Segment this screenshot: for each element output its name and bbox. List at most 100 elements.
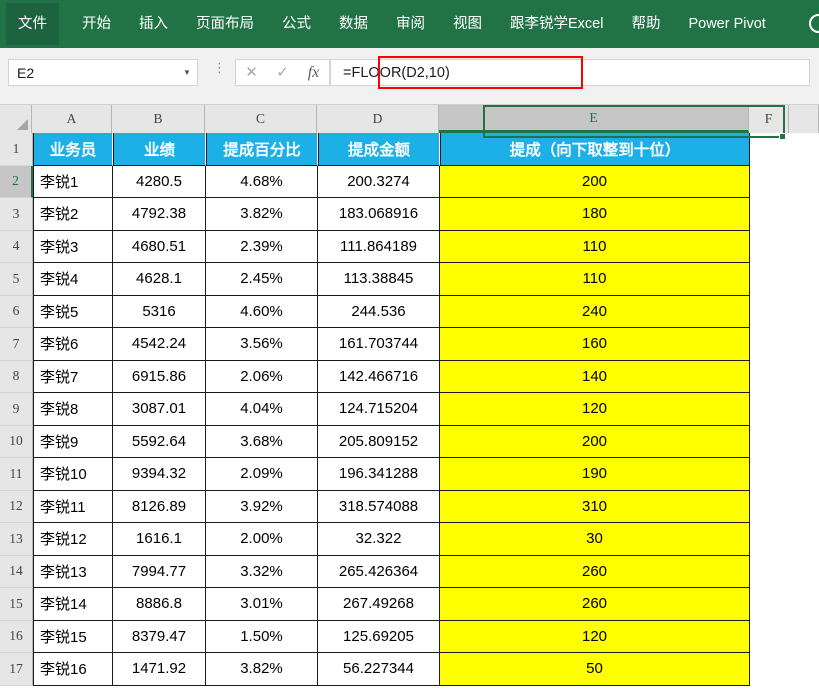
row-header-6[interactable]: 6 (0, 295, 33, 328)
cell-D5[interactable]: 113.38845 (318, 263, 440, 296)
column-header-E[interactable]: E (439, 105, 749, 133)
close-icon[interactable]: ✕ (238, 65, 266, 80)
cell-B12[interactable]: 8126.89 (113, 490, 206, 523)
cell-A12[interactable]: 李锐11 (33, 490, 113, 523)
cell-C5[interactable]: 2.45% (206, 263, 318, 296)
account-circle-icon[interactable] (809, 14, 819, 33)
cell-B4[interactable]: 4680.51 (113, 230, 206, 263)
cell-D16[interactable]: 125.69205 (318, 620, 440, 653)
column-header-A[interactable]: A (32, 105, 112, 133)
column-title-4[interactable]: 提成（向下取整到十位） (440, 133, 750, 166)
row-header-5[interactable]: 5 (0, 263, 33, 296)
cell-A4[interactable]: 李锐3 (33, 230, 113, 263)
cell-A14[interactable]: 李锐13 (33, 555, 113, 588)
cell-D3[interactable]: 183.068916 (318, 198, 440, 231)
cell-C10[interactable]: 3.68% (206, 425, 318, 458)
cell-D12[interactable]: 318.574088 (318, 490, 440, 523)
ribbon-tab-6[interactable]: 审阅 (387, 11, 434, 38)
cell-C2[interactable]: 4.68% (206, 165, 318, 198)
empty-cell-F2[interactable] (750, 165, 790, 198)
cell-E15[interactable]: 260 (440, 588, 750, 621)
row-header-12[interactable]: 12 (0, 490, 33, 523)
cell-B6[interactable]: 5316 (113, 295, 206, 328)
cell-A15[interactable]: 李锐14 (33, 588, 113, 621)
row-header-8[interactable]: 8 (0, 360, 33, 393)
cell-E5[interactable]: 110 (440, 263, 750, 296)
chevron-down-icon[interactable]: ▼ (177, 68, 197, 77)
cell-E16[interactable]: 120 (440, 620, 750, 653)
cell-D9[interactable]: 124.715204 (318, 393, 440, 426)
cell-A6[interactable]: 李锐5 (33, 295, 113, 328)
row-header-11[interactable]: 11 (0, 458, 33, 491)
cell-E8[interactable]: 140 (440, 360, 750, 393)
row-header-9[interactable]: 9 (0, 393, 33, 426)
cell-B17[interactable]: 1471.92 (113, 653, 206, 686)
cell-B16[interactable]: 8379.47 (113, 620, 206, 653)
cell-E12[interactable]: 310 (440, 490, 750, 523)
cell-A13[interactable]: 李锐12 (33, 523, 113, 556)
cell-B15[interactable]: 8886.8 (113, 588, 206, 621)
empty-cell-F11[interactable] (750, 458, 790, 491)
cell-E10[interactable]: 200 (440, 425, 750, 458)
cell-C15[interactable]: 3.01% (206, 588, 318, 621)
empty-cell-F8[interactable] (750, 360, 790, 393)
fill-handle[interactable] (779, 133, 786, 140)
cell-A7[interactable]: 李锐6 (33, 328, 113, 361)
column-header-B[interactable]: B (112, 105, 205, 133)
empty-cell-F16[interactable] (750, 620, 790, 653)
column-title-0[interactable]: 业务员 (33, 133, 113, 166)
ribbon-tab-3[interactable]: 页面布局 (187, 11, 263, 38)
row-header-4[interactable]: 4 (0, 230, 33, 263)
column-title-3[interactable]: 提成金额 (318, 133, 440, 166)
row-header-17[interactable]: 17 (0, 653, 33, 686)
empty-cell-F5[interactable] (750, 263, 790, 296)
row-header-2[interactable]: 2 (0, 165, 33, 198)
ribbon-tab-8[interactable]: 跟李锐学Excel (501, 11, 612, 38)
ribbon-tab-5[interactable]: 数据 (330, 11, 377, 38)
cell-C14[interactable]: 3.32% (206, 555, 318, 588)
cell-D13[interactable]: 32.322 (318, 523, 440, 556)
cell-C4[interactable]: 2.39% (206, 230, 318, 263)
cell-B11[interactable]: 9394.32 (113, 458, 206, 491)
row-header-13[interactable]: 13 (0, 523, 33, 556)
cell-B10[interactable]: 5592.64 (113, 425, 206, 458)
cell-C13[interactable]: 2.00% (206, 523, 318, 556)
cell-A10[interactable]: 李锐9 (33, 425, 113, 458)
cell-D7[interactable]: 161.703744 (318, 328, 440, 361)
empty-cell-F4[interactable] (750, 230, 790, 263)
column-header-F[interactable]: F (749, 105, 789, 133)
ribbon-tab-10[interactable]: Power Pivot (679, 11, 774, 38)
empty-cell-F3[interactable] (750, 198, 790, 231)
cell-C16[interactable]: 1.50% (206, 620, 318, 653)
cell-A9[interactable]: 李锐8 (33, 393, 113, 426)
cell-A11[interactable]: 李锐10 (33, 458, 113, 491)
cell-C11[interactable]: 2.09% (206, 458, 318, 491)
cell-D8[interactable]: 142.466716 (318, 360, 440, 393)
fx-icon[interactable]: fx (300, 64, 328, 81)
cell-D10[interactable]: 205.809152 (318, 425, 440, 458)
cell-E11[interactable]: 190 (440, 458, 750, 491)
cell-C12[interactable]: 3.92% (206, 490, 318, 523)
cell-E14[interactable]: 260 (440, 555, 750, 588)
column-header-C[interactable]: C (205, 105, 317, 133)
empty-cell-F13[interactable] (750, 523, 790, 556)
cell-A17[interactable]: 李锐16 (33, 653, 113, 686)
name-box[interactable]: E2 ▼ (8, 59, 198, 86)
cell-E17[interactable]: 50 (440, 653, 750, 686)
cell-E9[interactable]: 120 (440, 393, 750, 426)
cell-C7[interactable]: 3.56% (206, 328, 318, 361)
cell-C9[interactable]: 4.04% (206, 393, 318, 426)
ribbon-tab-4[interactable]: 公式 (273, 11, 320, 38)
cell-E2[interactable]: 200 (440, 165, 750, 198)
cell-D2[interactable]: 200.3274 (318, 165, 440, 198)
cell-B13[interactable]: 1616.1 (113, 523, 206, 556)
cell-B8[interactable]: 6915.86 (113, 360, 206, 393)
cell-B5[interactable]: 4628.1 (113, 263, 206, 296)
ribbon-tab-0[interactable]: 文件 (6, 2, 59, 46)
row-header-16[interactable]: 16 (0, 620, 33, 653)
cell-A3[interactable]: 李锐2 (33, 198, 113, 231)
formula-input[interactable]: =FLOOR(D2,10) (330, 59, 810, 86)
cell-D6[interactable]: 244.536 (318, 295, 440, 328)
cell-B9[interactable]: 3087.01 (113, 393, 206, 426)
row-header-3[interactable]: 3 (0, 198, 33, 231)
